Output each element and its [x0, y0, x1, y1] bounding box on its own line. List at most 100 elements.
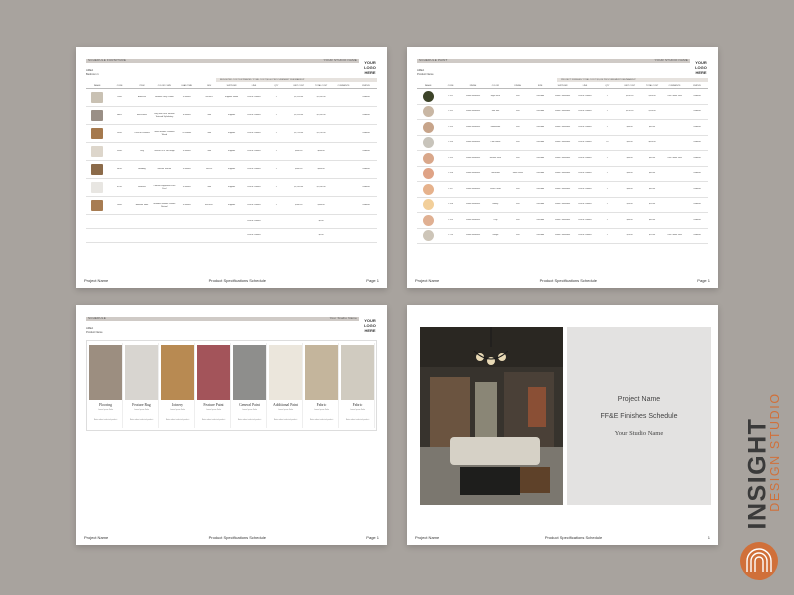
table-cell: $80.00: [649, 125, 656, 128]
table-cell[interactable]: Link to Product: [243, 114, 265, 117]
table-row: PT04 Dulux Weathers Cool Stone Flat 1000MA Du…: [417, 136, 708, 151]
table-cell: $460.00: [317, 168, 325, 170]
table-cell: PT03: [448, 125, 453, 128]
table-cell: 1: [275, 96, 277, 98]
table-cell[interactable]: Link to Product: [574, 141, 596, 144]
table-cell: $150.00: [626, 110, 634, 113]
material-sample: [305, 345, 338, 400]
header-studio: YOUR STUDIO NAME: [323, 58, 357, 62]
table-cell: Bedding: [138, 168, 146, 170]
budget-summary: BUDGETED COST ESTIMATED TOTAL COST $0.00…: [216, 78, 377, 82]
table-cell: Ordered: [362, 114, 370, 116]
table-cell: BE01: [117, 114, 123, 116]
table-cell[interactable]: Link to Product: [574, 188, 596, 191]
image-cell: [86, 164, 108, 175]
material-name: Feature Paint: [203, 403, 224, 407]
table-cell: 1: [275, 168, 277, 170]
table-cell[interactable]: Link to Product: [574, 126, 596, 129]
table-cell: $90.00: [649, 203, 656, 206]
table-cell: 1: [606, 203, 608, 206]
table-cell[interactable]: Link to Product: [574, 234, 596, 237]
paint-swatch: [422, 152, 434, 164]
table-cell: $100.00: [648, 94, 656, 97]
material-notes: Notes about selected product: [165, 419, 190, 421]
table-cell: $850.00: [648, 141, 656, 144]
table-cell[interactable]: Link to Product: [574, 95, 596, 98]
header-studio: Your Studio Name: [329, 316, 357, 320]
table-cell: Supplier: [227, 186, 236, 188]
table-cell[interactable]: Link to Product: [243, 186, 265, 189]
table-cell: $1,700.00: [316, 132, 326, 134]
table-cell: Bedside Table: [135, 204, 149, 206]
table-cell: $20.00: [626, 234, 633, 237]
table-cell: Ordered: [693, 234, 701, 237]
material-name: Flooring: [98, 403, 113, 407]
table-cell: Ivory with Rich Smooth Textured Upholste…: [154, 112, 175, 118]
materials-row: Flooring Lorem Ipsum Dolor Notes about sel…: [86, 340, 377, 431]
column-header: QTY: [605, 85, 610, 87]
material-subtitle: Lorem Ipsum Dolor: [277, 409, 294, 411]
table-cell: Armchair: [137, 96, 146, 98]
column-header: TOTAL COST: [314, 85, 328, 87]
material-sample: [197, 345, 230, 400]
table-cell: PT02: [448, 110, 453, 113]
logo-placeholder: YOUR LOGO HERE: [364, 60, 376, 75]
table-cell: 10 Weeks: [182, 132, 192, 134]
table-cell: Natural Tone: [489, 156, 502, 159]
table-cell: 1: [275, 150, 277, 152]
table-cell[interactable]: Link to Product: [243, 220, 265, 223]
column-header: ITEM: [139, 85, 145, 87]
table-row: NS01 Bedside Table Wooden Smooth Texture N…: [86, 197, 377, 215]
table-cell: Texture 90 x 180 Beige: [154, 150, 175, 152]
paint-swatch: [422, 137, 434, 149]
material-notes: Notes about selected product: [129, 419, 154, 421]
image-cell: [417, 152, 439, 164]
table-cell: $80.00: [649, 156, 656, 159]
table-cell: SKU01: [205, 168, 213, 170]
table-cell: Ordered: [693, 172, 701, 175]
table-row: DR01 Chest of Drawers Solid Smooth Texture…: [86, 125, 377, 143]
column-header: LINK: [582, 85, 588, 87]
material-card: Joinery Lorem Ipsum Dolor Notes about sele…: [161, 343, 195, 428]
table-row: PT10 Dulux Weathers Greige Flat 1000MA Dulux …: [417, 229, 708, 244]
table-cell: $150.00: [648, 110, 656, 113]
material-card: Feature Rug Lorem Ipsum Dolor Notes about …: [125, 343, 159, 428]
table-cell[interactable]: Link to Product: [243, 204, 265, 207]
material-subtitle: Lorem Ipsum Dolor: [97, 409, 114, 411]
table-cell: N/A: [207, 186, 211, 188]
table-cell[interactable]: Link to Product: [574, 157, 596, 160]
column-header: IMAGE: [93, 85, 101, 87]
column-header: STATUS: [362, 85, 370, 87]
table-cell[interactable]: Link to Product: [243, 234, 265, 237]
footer-project: Project Name: [84, 278, 109, 283]
table-cell: Sandstorm: [490, 125, 501, 128]
table-cell: Dulux Weathers: [465, 218, 481, 221]
table-cell: $1,700.00: [294, 132, 304, 134]
table-row: PT05 Dulux Weathers Natural Tone Flat 1000MA…: [417, 151, 708, 167]
image-cell: [86, 110, 108, 121]
table-cell[interactable]: Link to Product: [574, 203, 596, 206]
table-row: PT01 Dulux Weathers Night Fern Flat 1000MA Du…: [417, 89, 708, 105]
table-cell: Ordered: [362, 96, 370, 98]
table-cell[interactable]: Link to Product: [243, 132, 265, 135]
table-cell: 4 Weeks: [182, 150, 191, 152]
cover-doc-title: FF&E Finishes Schedule: [600, 412, 678, 420]
area-label: AREA Bedroom 1: [86, 69, 99, 76]
table-cell[interactable]: Link to Product: [574, 219, 596, 222]
table-cell: Ordered: [693, 156, 701, 159]
table-cell[interactable]: Link to Product: [243, 168, 265, 171]
table-cell: Cool Stone: [490, 141, 501, 144]
header-studio: YOUR STUDIO NAME: [654, 58, 688, 62]
table-cell: 4 Weeks: [182, 186, 191, 188]
table-cell: Dulux / Weathers: [554, 141, 571, 144]
table-cell[interactable]: Link to Product: [243, 150, 265, 153]
table-cell[interactable]: Link to Product: [574, 110, 596, 113]
table-cell[interactable]: Link to Product: [574, 172, 596, 175]
table-cell: Ordered: [693, 218, 701, 221]
paint-swatch: [422, 106, 434, 118]
cover-project-name: Project Name: [617, 395, 661, 403]
column-header: TOTAL COST: [645, 85, 659, 87]
table-cell: 1: [275, 186, 277, 188]
table-cell: $0.00: [318, 220, 324, 222]
table-cell[interactable]: Link to Product: [243, 96, 265, 99]
